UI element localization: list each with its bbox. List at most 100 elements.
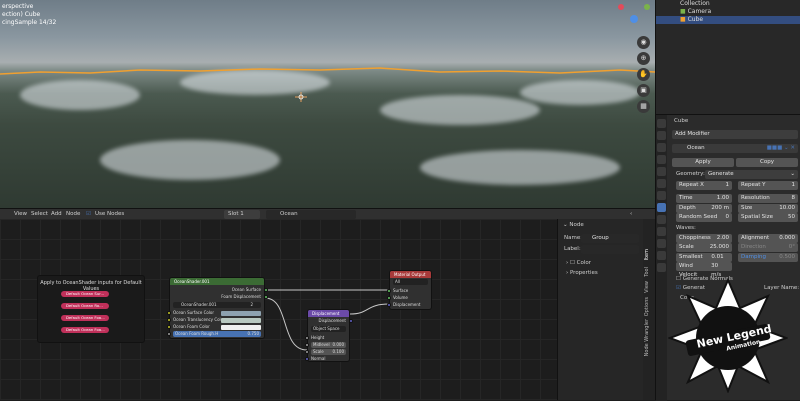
time-field[interactable]: Time 1.00	[676, 194, 732, 203]
sidebar-tabs: Item Tool View Options Node Wrangler	[643, 219, 655, 400]
scale-field[interactable]: Scale 25.000	[676, 243, 732, 252]
gizmo-z-axis[interactable]	[630, 15, 638, 23]
default-ocean-foam-button[interactable]: Default Ocean Foa...	[61, 315, 109, 321]
output-tab-icon[interactable]	[657, 143, 666, 152]
properties-section-header[interactable]: › Properties	[566, 269, 598, 278]
material-field[interactable]: Ocean	[266, 210, 356, 219]
input-socket[interactable]	[167, 325, 171, 329]
resolution-field[interactable]: Resolution 8	[738, 194, 798, 203]
tab-tool[interactable]: Tool	[644, 267, 654, 277]
tool-tab-icon[interactable]	[657, 119, 666, 128]
wind-velocity-field[interactable]: Wind Velocit 30 m/s	[676, 262, 732, 278]
mesh-icon: ■	[680, 16, 688, 23]
spatial-size-field[interactable]: Spatial Size 50	[738, 213, 798, 222]
displacement-node[interactable]: Displacement Displacement Object Space H…	[305, 309, 353, 362]
constraints-tab-icon[interactable]	[657, 239, 666, 248]
default-ocean-rough-button[interactable]: Default Ocean Ro...	[61, 303, 109, 309]
tab-node-wrangler[interactable]: Node Wrangler	[644, 319, 654, 356]
camera-toggle-icon[interactable]: ▣	[637, 84, 650, 97]
default-ocean-surface-button[interactable]: Default Ocean Sur...	[61, 291, 109, 297]
midlevel-field[interactable]: Midlevel 0.000	[311, 342, 346, 348]
input-socket[interactable]	[305, 336, 309, 340]
repeat-x-field[interactable]: Repeat X 1	[676, 181, 732, 190]
foam-rough-slider[interactable]: Ocean Foam Rough.H 0.750	[173, 331, 261, 337]
frame-node[interactable]: Apply to OceanShader inputs for Default …	[37, 275, 145, 343]
camera-icon[interactable]	[295, 92, 307, 102]
modifier-buttons-icon[interactable]: ■■■ ⌄ ✕	[767, 144, 795, 153]
damping-field[interactable]: Damping 0.500	[738, 253, 798, 262]
outliner-row-cube[interactable]: ■ Cube	[656, 16, 800, 24]
field-label: Spatial Size	[741, 214, 773, 220]
color-toggle[interactable]: › ☐ Color	[566, 259, 591, 268]
gizmo-y-axis[interactable]	[644, 4, 650, 10]
object-tab-icon[interactable]	[657, 191, 666, 200]
choppiness-field[interactable]: Choppiness 2.00	[676, 234, 732, 243]
grid-icon[interactable]: ▦	[637, 100, 650, 113]
apply-button[interactable]: Apply	[672, 158, 734, 167]
random-seed-field[interactable]: Random Seed 0	[676, 213, 732, 222]
copy-button[interactable]: Copy	[736, 158, 798, 167]
default-ocean-foam-button[interactable]: Default Ocean Foa...	[61, 327, 109, 333]
node-section-header[interactable]: ⌄ Node	[563, 221, 584, 230]
direction-field[interactable]: Direction 0°	[738, 243, 798, 252]
camera-view-icon[interactable]: ◉	[637, 36, 650, 49]
tab-view[interactable]: View	[644, 281, 654, 293]
field-value: 2.00	[716, 235, 729, 241]
target-dropdown[interactable]: All	[393, 279, 428, 285]
field-label: Repeat Y	[741, 182, 766, 188]
modifier-tab-icon[interactable]	[657, 203, 666, 212]
input-socket[interactable]	[305, 350, 309, 354]
zoom-icon[interactable]: ⊕	[637, 52, 650, 65]
tab-options[interactable]: Options	[644, 297, 654, 316]
node-name-field[interactable]: Group	[581, 234, 639, 243]
field-value: 0°	[788, 244, 795, 250]
space-dropdown[interactable]: Object Space	[311, 326, 346, 332]
output-socket[interactable]	[349, 319, 353, 323]
output-socket[interactable]	[264, 288, 268, 292]
node-editor[interactable]: Apply to OceanShader inputs for Default …	[0, 219, 557, 400]
repeat-y-field[interactable]: Repeat Y 1	[738, 181, 798, 190]
view-layer-tab-icon[interactable]	[657, 155, 666, 164]
input-socket[interactable]	[387, 303, 391, 307]
input-socket[interactable]	[167, 332, 171, 336]
scene-tab-icon[interactable]	[657, 167, 666, 176]
node-sidebar[interactable]: ⌄ Node Name: Group Label: › ☐ Color › Pr…	[557, 219, 643, 400]
physics-tab-icon[interactable]	[657, 227, 666, 236]
input-socket[interactable]	[305, 357, 309, 361]
pan-icon[interactable]: ✋	[637, 68, 650, 81]
material-tab-icon[interactable]	[657, 263, 666, 272]
output-socket[interactable]	[264, 295, 268, 299]
alignment-field[interactable]: Alignment 0.000	[738, 234, 798, 243]
geometry-label: Geometry:	[676, 171, 705, 177]
ocean-shader-group-node[interactable]: OceanShader.001 Ocean Surface Foam Displ…	[167, 277, 268, 339]
slot-dropdown[interactable]: Slot 1	[224, 210, 260, 219]
input-socket[interactable]	[305, 343, 309, 347]
material-output-node[interactable]: Material Output All Surface Volume Displ…	[387, 270, 432, 310]
node-label-field[interactable]	[581, 245, 639, 254]
size-field[interactable]: Size 10.00	[738, 204, 798, 213]
world-tab-icon[interactable]	[657, 179, 666, 188]
data-tab-icon[interactable]	[657, 251, 666, 260]
outliner-row-collection[interactable]: Collection	[656, 0, 800, 8]
modifier-panel-header[interactable]: Ocean ■■■ ⌄ ✕	[672, 144, 798, 153]
input-socket[interactable]	[167, 311, 171, 315]
gizmo-x-axis[interactable]	[618, 4, 624, 10]
geometry-dropdown[interactable]: Generate ⌄	[705, 170, 798, 179]
modifier-name: Ocean	[687, 145, 705, 151]
input-socket[interactable]	[167, 318, 171, 322]
group-datablock-field[interactable]: OceanShader.001 2	[173, 302, 261, 308]
3d-viewport[interactable]: erspective ection) Cube cingSample 14/32…	[0, 0, 655, 208]
socket-label: Ocean Translucency Color	[173, 317, 261, 323]
depth-field[interactable]: Depth 200 m	[676, 204, 732, 213]
field-label: Resolution	[741, 195, 770, 201]
tab-item[interactable]: Item	[644, 249, 654, 260]
input-socket[interactable]	[387, 289, 391, 293]
input-socket[interactable]	[387, 296, 391, 300]
smallest-wave-field[interactable]: Smallest W... 0.01 m	[676, 253, 732, 269]
scale-field[interactable]: Scale 0.100	[311, 349, 346, 355]
particles-tab-icon[interactable]	[657, 215, 666, 224]
outliner-row-camera[interactable]: ■ Camera	[656, 8, 800, 16]
outliner[interactable]: Collection ■ Camera ■ Cube	[655, 0, 800, 114]
render-tab-icon[interactable]	[657, 131, 666, 140]
add-modifier-dropdown[interactable]: Add Modifier	[672, 130, 798, 139]
